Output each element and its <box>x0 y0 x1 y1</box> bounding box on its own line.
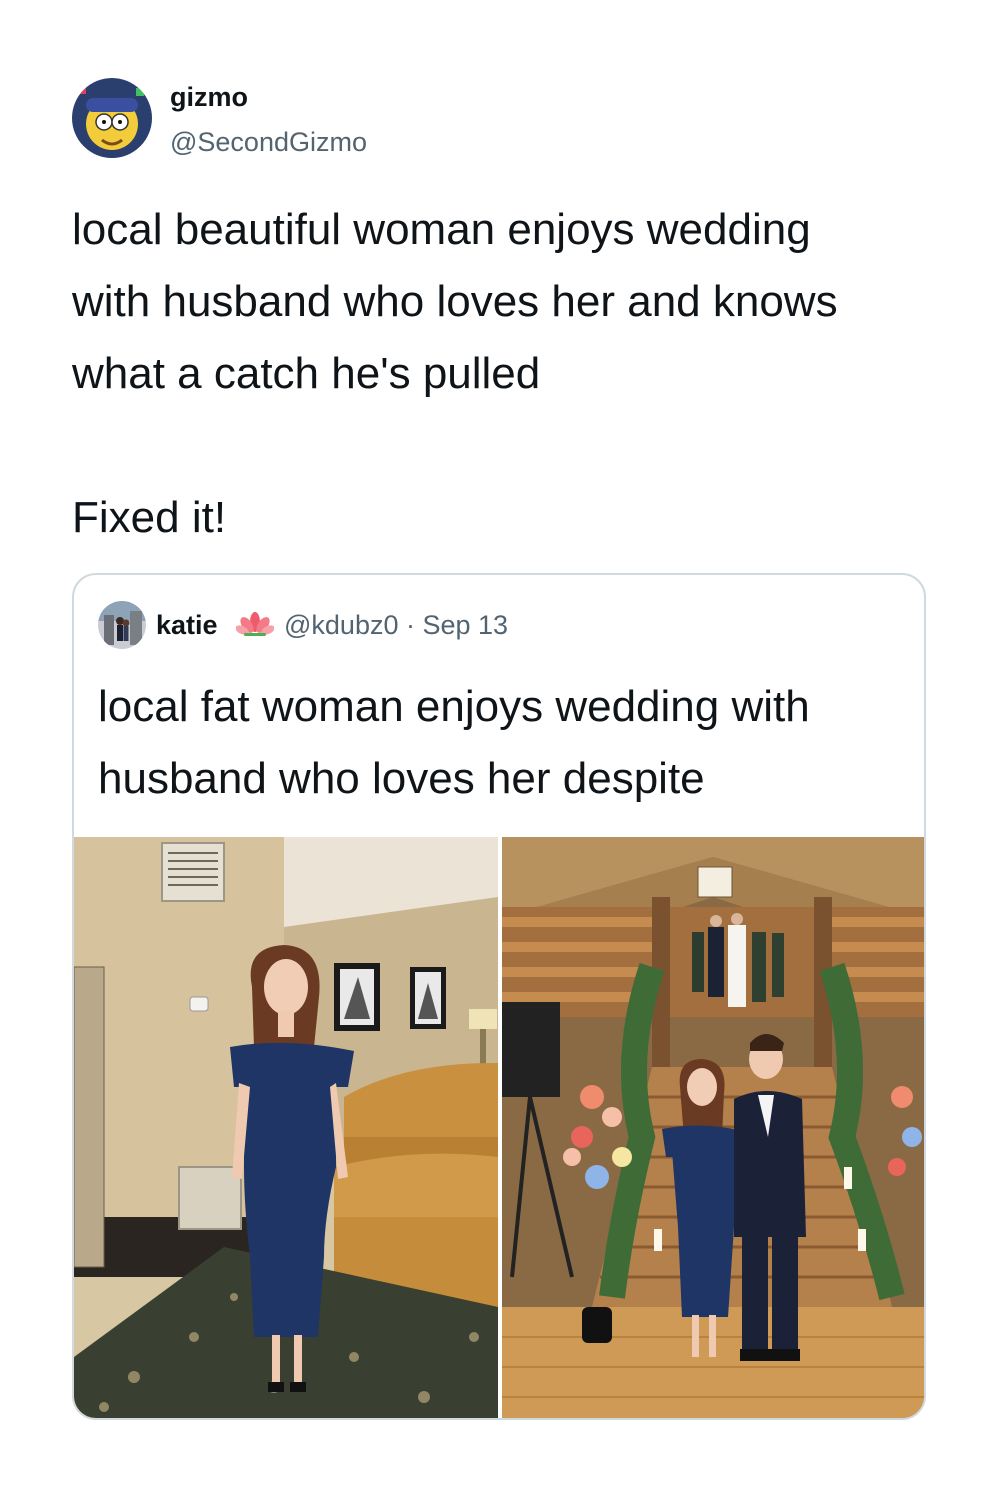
tweet-text-line: local beautiful woman enjoys wedding <box>72 205 811 254</box>
tweet: gizmo @SecondGizmo local beautiful woman… <box>0 0 1000 1496</box>
photo-woman-in-blue-dress[interactable] <box>74 837 498 1418</box>
tweet-text-line: Fixed it! <box>72 493 227 542</box>
tweet-text-line: what a catch he's pulled <box>72 349 541 398</box>
quoted-tweet-card[interactable]: katie @kdubz0 · Sep 13 local fat woman e… <box>72 573 926 1420</box>
quoted-text-line: local fat woman enjoys wedding with <box>98 682 810 731</box>
quoted-author-avatar <box>98 601 146 649</box>
quoted-tweet-text: local fat woman enjoys wedding with husb… <box>98 671 898 815</box>
quoted-text-line: husband who loves her despite <box>98 754 705 803</box>
quoted-author-name: katie <box>156 610 218 640</box>
author-name[interactable]: gizmo <box>170 82 248 113</box>
tweet-text-line: with husband who loves her and knows <box>72 277 838 326</box>
author-handle[interactable]: @SecondGizmo <box>170 127 367 158</box>
photo-couple-wedding-staircase-icon <box>502 837 924 1418</box>
cartoon-avatar-icon <box>72 78 152 158</box>
quoted-author-handle-date: @kdubz0 · Sep 13 <box>284 610 509 640</box>
profile-photo-icon <box>98 601 146 649</box>
photo-woman-living-room-icon <box>74 837 498 1418</box>
tweet-text: local beautiful woman enjoys wedding wit… <box>72 194 942 554</box>
lotus-icon <box>236 612 274 636</box>
author-avatar[interactable] <box>72 78 152 158</box>
photo-couple-at-wedding[interactable] <box>502 837 924 1418</box>
quoted-media-grid <box>74 837 924 1418</box>
